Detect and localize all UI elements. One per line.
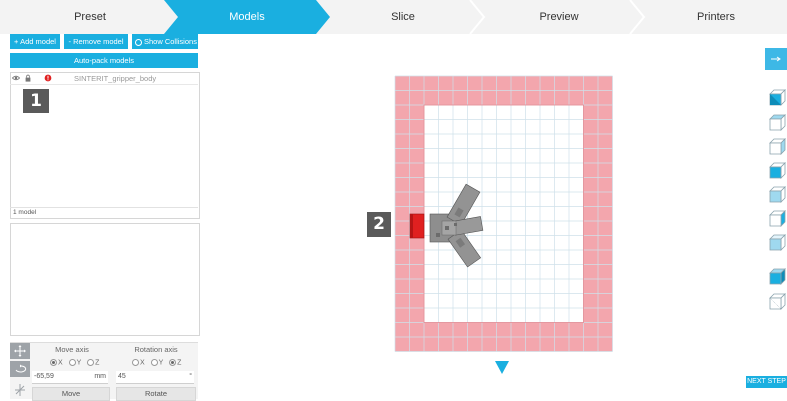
move-axis-z-label: Z bbox=[95, 359, 100, 367]
move-axis-y-radio[interactable] bbox=[68, 359, 76, 366]
rotation-axis-x-radio[interactable] bbox=[132, 359, 139, 366]
callout-marker-2: 2 bbox=[367, 212, 391, 237]
move-unit: mm bbox=[94, 373, 106, 380]
add-model-button[interactable]: + Add model bbox=[10, 34, 60, 49]
rotation-unit: ° bbox=[189, 373, 192, 380]
move-axis-x-label: X bbox=[58, 359, 63, 367]
move-axis-y-label: Y bbox=[76, 359, 82, 367]
move-button[interactable]: Move bbox=[32, 387, 110, 401]
rotation-axis-z-label: Z bbox=[177, 359, 182, 367]
view-cube-icon bbox=[769, 89, 786, 106]
rotation-axis-y-radio[interactable] bbox=[150, 359, 158, 366]
rotation-axis-y-label: Y bbox=[158, 359, 164, 367]
view-top-button[interactable] bbox=[768, 113, 787, 132]
show-collisions-button[interactable]: Show Collisions bbox=[132, 34, 198, 49]
nav-step-preview[interactable]: Preview bbox=[499, 0, 619, 34]
nav-step-slice[interactable]: Slice bbox=[343, 0, 463, 34]
workflow-nav: Preset Models Slice Preview Printers bbox=[0, 0, 787, 34]
build-bed-viewport[interactable] bbox=[380, 60, 630, 380]
view-wireframe-button[interactable] bbox=[768, 292, 787, 311]
nav-step-models[interactable]: Models bbox=[187, 0, 307, 34]
view-cube-icon bbox=[769, 138, 786, 155]
collision-icon bbox=[135, 38, 142, 46]
remove-model-button[interactable]: - Remove model bbox=[64, 34, 128, 49]
bed-front-indicator bbox=[495, 361, 509, 374]
view-bottom-button[interactable] bbox=[768, 185, 787, 204]
view-solid-button[interactable] bbox=[768, 267, 787, 286]
list-footer-divider bbox=[10, 207, 198, 208]
move-axis-z-radio[interactable] bbox=[87, 359, 95, 366]
nav-step-printers[interactable]: Printers bbox=[656, 0, 776, 34]
auto-pack-button[interactable]: Auto-pack models bbox=[10, 53, 198, 68]
show-collisions-label: Show Collisions bbox=[144, 37, 197, 46]
scale-tool-button[interactable] bbox=[12, 383, 28, 397]
move-arrows-icon bbox=[14, 345, 26, 357]
view-left-button[interactable] bbox=[768, 137, 787, 156]
rotate-button[interactable]: Rotate bbox=[116, 387, 196, 401]
view-iso-front-button[interactable] bbox=[768, 88, 787, 107]
build-bed-grid bbox=[394, 75, 613, 352]
view-back-button[interactable] bbox=[768, 233, 787, 252]
arrow-right-icon bbox=[771, 56, 781, 62]
view-right-button[interactable] bbox=[768, 209, 787, 228]
move-value-field[interactable]: -65,59 mm bbox=[32, 371, 108, 384]
move-axis-title: Move axis bbox=[55, 345, 89, 354]
callout-marker-1: 1 bbox=[23, 89, 49, 113]
lock-icon[interactable] bbox=[24, 74, 32, 82]
view-cube-icon bbox=[769, 162, 786, 179]
move-tool-button[interactable] bbox=[10, 343, 30, 359]
model-properties-panel bbox=[10, 223, 200, 336]
move-axis-x-radio[interactable] bbox=[50, 359, 57, 366]
next-step-button[interactable]: NEXT STEP bbox=[746, 376, 787, 388]
view-front-button[interactable] bbox=[768, 161, 787, 180]
model-count: 1 model bbox=[13, 209, 37, 216]
view-cube-icon bbox=[769, 234, 786, 251]
rotate-tool-button[interactable] bbox=[10, 361, 30, 377]
rotation-axis-z-radio[interactable] bbox=[169, 359, 177, 366]
eye-icon[interactable] bbox=[12, 74, 20, 82]
collapse-panel-button[interactable] bbox=[765, 48, 787, 70]
scale-icon bbox=[15, 384, 25, 396]
rotation-value: 45 bbox=[118, 373, 126, 380]
view-cube-icon bbox=[769, 268, 786, 285]
rotation-axis-title: Rotation axis bbox=[134, 345, 178, 354]
move-axis-radio-group: X Y Z bbox=[46, 359, 99, 366]
move-value: -65,59 bbox=[34, 373, 54, 380]
transform-panel: Move axis Rotation axis X Y Z X Y Z -65,… bbox=[10, 342, 198, 401]
view-cube-icon bbox=[769, 293, 786, 310]
rotate-icon bbox=[15, 364, 27, 373]
list-divider bbox=[10, 84, 198, 85]
rotation-value-field[interactable]: 45 ° bbox=[116, 371, 194, 384]
view-cube-icon bbox=[769, 114, 786, 131]
rotation-axis-x-label: X bbox=[140, 359, 145, 367]
warning-icon bbox=[44, 74, 52, 82]
rotation-axis-radio-group: X Y Z bbox=[128, 359, 181, 366]
view-cube-icon bbox=[769, 186, 786, 203]
model-list-item-name[interactable]: SINTERIT_gripper_body bbox=[74, 74, 156, 83]
view-cube-icon bbox=[769, 210, 786, 227]
nav-step-preset[interactable]: Preset bbox=[30, 0, 150, 34]
